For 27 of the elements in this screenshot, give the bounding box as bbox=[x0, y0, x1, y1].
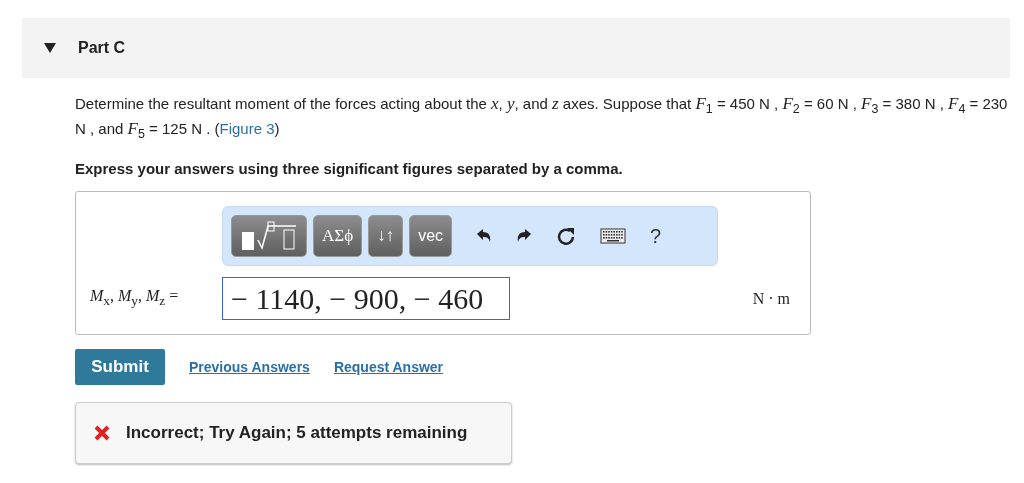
problem-statement: Determine the resultant moment of the forces acting about the x, y, and z axes. Suppose that F$_{1}$ = 450 N , F$_{2}$ = 60 N , F$_{3}$ = 380 N , F$_{4}$ = 230 N , and F$_{5}$ = 125 N . (Figure 3) bbox=[75, 94, 1009, 143]
undo-icon bbox=[476, 228, 493, 244]
cross-icon bbox=[94, 425, 110, 441]
templates-button[interactable] bbox=[231, 215, 307, 257]
submit-button[interactable]: Submit bbox=[75, 349, 165, 385]
feedback-text: Incorrect; Try Again; 5 attempts remaining bbox=[126, 423, 468, 443]
fraction-root-template-icon bbox=[240, 220, 298, 252]
redo-icon bbox=[516, 228, 533, 244]
collapse-caret-icon[interactable] bbox=[44, 43, 56, 53]
answer-label: M$_{x}$, M$_{y}$, M$_{z}$ = bbox=[90, 287, 180, 310]
figure-link[interactable]: Figure 3 bbox=[219, 120, 275, 137]
part-title: Part C bbox=[78, 39, 126, 57]
symbol-button[interactable]: ↓↑ bbox=[368, 215, 404, 257]
answer-link[interactable]: Request Answer bbox=[333, 359, 444, 375]
symbol-button[interactable]: vec bbox=[409, 215, 453, 257]
undo-button[interactable] bbox=[476, 228, 493, 244]
reset-button[interactable] bbox=[556, 226, 577, 246]
keyboard-button[interactable] bbox=[600, 228, 627, 244]
keyboard-icon bbox=[600, 228, 627, 244]
answer-link[interactable]: Previous Answers bbox=[189, 359, 310, 375]
units-label: N · m bbox=[752, 289, 790, 308]
answer-field[interactable]: − 1140, − 900, − 460 bbox=[222, 277, 510, 320]
symbol-button[interactable]: ΑΣϕ bbox=[313, 215, 363, 257]
instruction-text: Express your answers using three significant figures separated by a comma. bbox=[75, 160, 624, 177]
reset-icon bbox=[556, 226, 577, 246]
help-button[interactable]: ? bbox=[650, 224, 662, 248]
redo-button[interactable] bbox=[516, 228, 533, 244]
